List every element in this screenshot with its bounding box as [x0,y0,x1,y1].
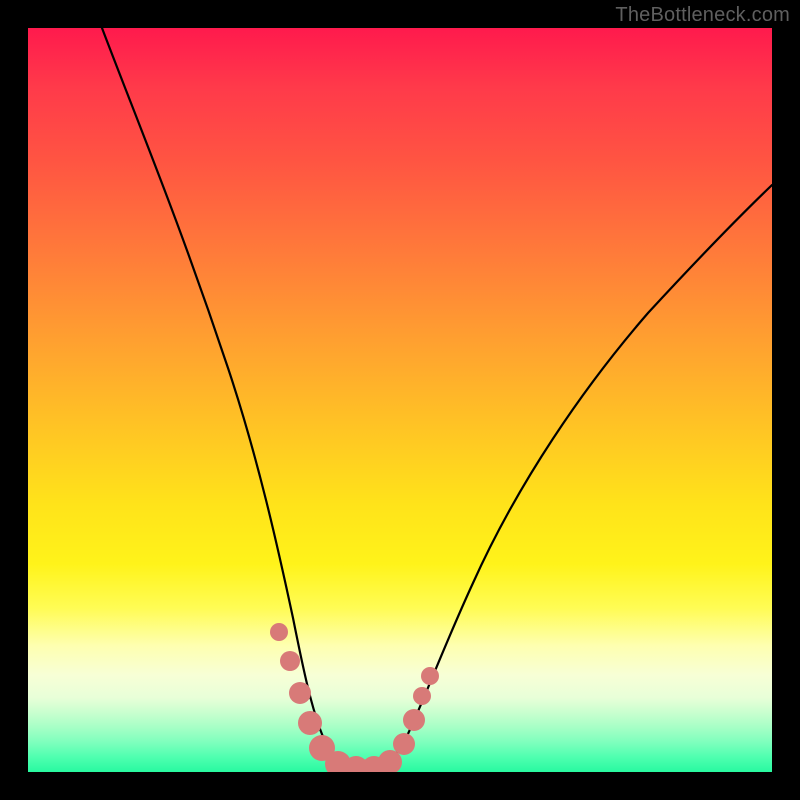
sweet-spot-dots [270,623,439,772]
bottleneck-curve [102,28,772,770]
watermark-text: TheBottleneck.com [615,4,790,27]
chart-svg [28,28,772,772]
outer-frame: TheBottleneck.com [0,0,800,800]
plot-area [28,28,772,772]
